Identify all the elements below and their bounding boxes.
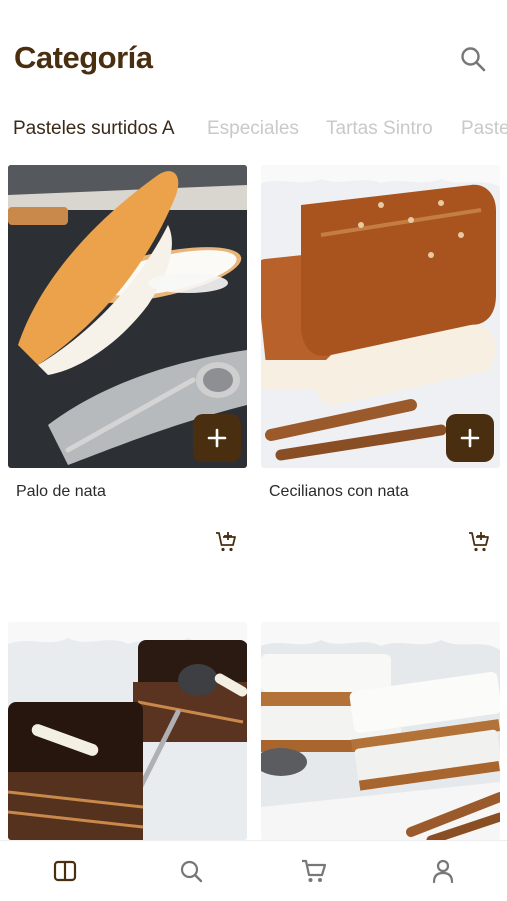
add-button[interactable]: [446, 414, 494, 462]
plus-icon: [460, 428, 480, 448]
product-name: Cecilianos con nata: [269, 483, 409, 500]
add-to-cart-button[interactable]: [467, 530, 491, 554]
bottom-navigation: [0, 840, 507, 901]
search-icon: [461, 47, 486, 72]
tab-pasteles-surtidos-a[interactable]: Pasteles surtidos A: [13, 118, 175, 140]
tab-tartas-sintro[interactable]: Tartas Sintro: [326, 118, 433, 140]
product-image[interactable]: [8, 622, 247, 840]
product-image[interactable]: [261, 622, 500, 840]
cart-plus-icon: [469, 532, 489, 552]
cart-icon: [302, 859, 327, 882]
user-icon: [432, 859, 454, 884]
add-to-cart-button[interactable]: [214, 530, 238, 554]
nav-cart[interactable]: [300, 857, 328, 885]
cart-plus-icon: [216, 532, 236, 552]
product-name: Palo de nata: [16, 483, 106, 500]
nav-search[interactable]: [177, 857, 205, 885]
catalog-icon: [53, 860, 77, 882]
nav-catalog[interactable]: [51, 857, 79, 885]
search-icon: [180, 860, 203, 883]
category-tabs: Pasteles surtidos A Especiales Tartas Si…: [0, 112, 507, 148]
tab-especiales[interactable]: Especiales: [207, 118, 299, 140]
page-title: Categoría: [14, 40, 153, 75]
add-button[interactable]: [193, 414, 241, 462]
plus-icon: [207, 428, 227, 448]
nav-profile[interactable]: [429, 857, 457, 885]
app-header: Categoría: [0, 0, 507, 110]
search-button[interactable]: [458, 44, 488, 74]
tab-pasteles[interactable]: Paste: [461, 118, 507, 140]
